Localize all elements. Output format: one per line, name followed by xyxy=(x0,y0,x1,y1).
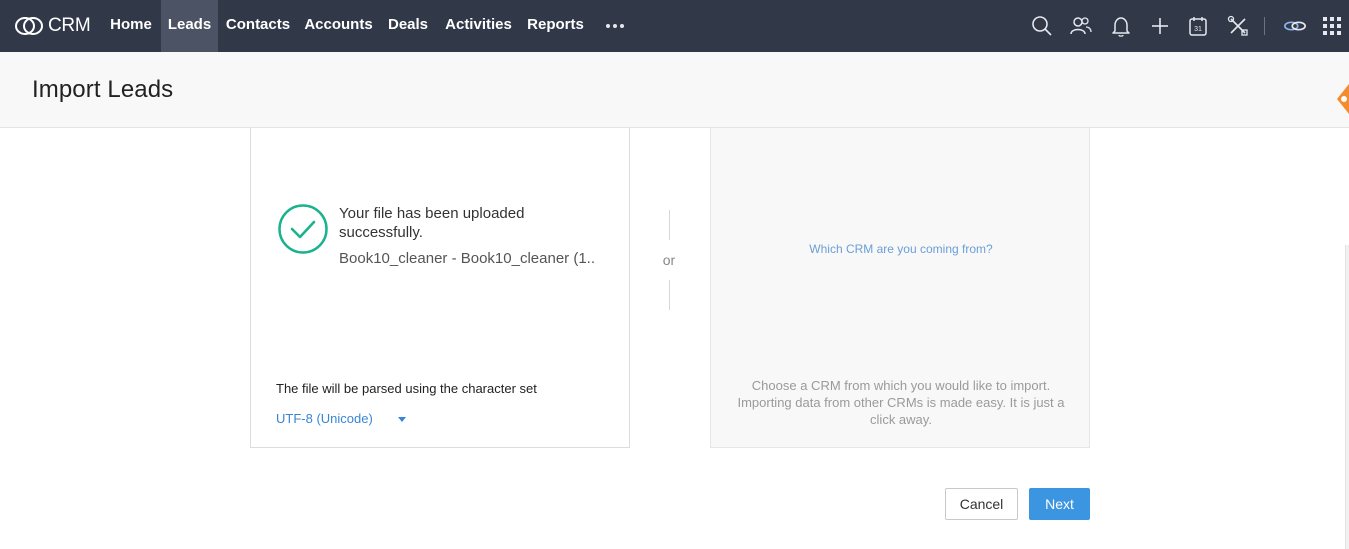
success-check-icon xyxy=(278,204,328,254)
other-crm-panel: Which CRM are you coming from? Choose a … xyxy=(710,128,1090,448)
bell-icon[interactable] xyxy=(1109,14,1133,38)
nav-tab-leads[interactable]: Leads xyxy=(161,0,218,52)
page-scrollbar[interactable] xyxy=(1345,245,1349,549)
toolbar-divider xyxy=(1264,17,1265,35)
calendar-icon[interactable]: 31 xyxy=(1186,14,1210,38)
upload-success-message: Your file has been uploaded successfully… xyxy=(339,205,525,241)
uploaded-file-name: Book10_cleaner - Book10_cleaner (1... xyxy=(339,250,595,267)
tools-icon[interactable] xyxy=(1226,14,1250,38)
cancel-button[interactable]: Cancel xyxy=(945,488,1018,520)
plus-icon[interactable] xyxy=(1148,14,1172,38)
feedback-side-tab[interactable] xyxy=(1335,84,1349,114)
charset-dropdown[interactable]: UTF-8 (Unicode) xyxy=(276,411,416,429)
cloud-logo-icon xyxy=(15,17,43,35)
nav-tab-deals[interactable]: Deals xyxy=(379,0,437,52)
next-button[interactable]: Next xyxy=(1029,488,1090,520)
upload-panel: Your file has been uploaded successfully… xyxy=(250,128,630,448)
which-crm-link[interactable]: Which CRM are you coming from? xyxy=(711,242,1091,256)
grid-icon[interactable] xyxy=(1320,14,1344,38)
nav-tab-home[interactable]: Home xyxy=(101,0,161,52)
nav-tab-contacts[interactable]: Contacts xyxy=(218,0,298,52)
or-divider-top xyxy=(669,210,670,240)
or-divider-bottom xyxy=(669,280,670,310)
top-nav-bar: CRM Home Leads Contacts Accounts Deals A… xyxy=(0,0,1349,52)
users-icon[interactable] xyxy=(1069,14,1093,38)
crm-logo[interactable]: CRM xyxy=(14,13,91,39)
nav-tab-reports[interactable]: Reports xyxy=(520,0,591,52)
nav-tab-accounts[interactable]: Accounts xyxy=(298,0,379,52)
page-title: Import Leads xyxy=(32,76,174,103)
charset-label: The file will be parsed using the charac… xyxy=(276,381,537,396)
search-icon[interactable] xyxy=(1030,14,1054,38)
app-name: CRM xyxy=(48,15,91,36)
nav-tab-activities[interactable]: Activities xyxy=(437,0,520,52)
page-header: Import Leads xyxy=(0,52,1349,128)
chevron-down-icon[interactable] xyxy=(398,417,406,422)
more-tabs-ellipsis-icon[interactable] xyxy=(602,0,628,52)
svg-text:31: 31 xyxy=(1194,26,1202,33)
or-label: or xyxy=(662,252,676,268)
link-icon[interactable] xyxy=(1283,14,1307,38)
crm-import-description: Choose a CRM from which you would like t… xyxy=(737,378,1065,427)
